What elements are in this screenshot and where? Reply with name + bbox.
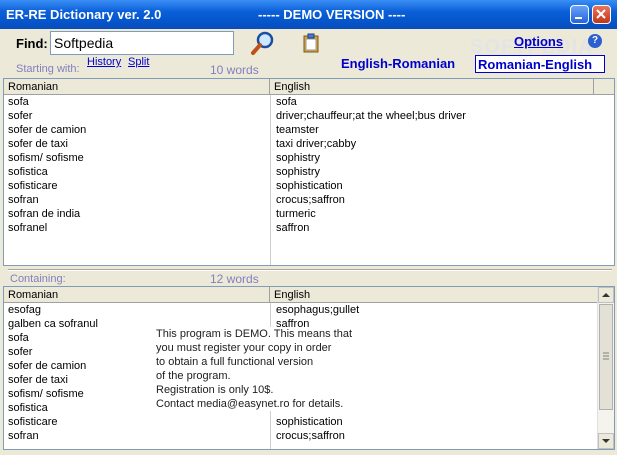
cell-english: turmeric [276, 208, 316, 220]
table-row[interactable]: sofer de taxi taxi driver;cabby [4, 138, 594, 152]
table-row[interactable]: sofisticare sophistication [4, 180, 594, 194]
demo-notice-line: Contact media@easynet.ro for details. [156, 398, 344, 410]
help-button[interactable]: ? [588, 34, 602, 48]
scroll-up-button[interactable] [598, 287, 614, 303]
table-row[interactable]: sofranel saffron [4, 222, 594, 236]
cell-romanian: sofran de india [8, 208, 81, 220]
table-row[interactable]: sofer de camion teamster [4, 124, 594, 138]
cell-romanian: esofag [8, 304, 42, 316]
minimize-button[interactable] [570, 5, 589, 24]
demo-notice-line: This program is DEMO. This means that [156, 328, 353, 340]
close-button[interactable] [592, 5, 611, 24]
cell-romanian: sofer de taxi [8, 374, 68, 386]
cell-romanian: sofer de camion [8, 124, 87, 136]
cell-romanian: sofer de camion [8, 360, 87, 372]
cell-romanian: sofer [8, 110, 33, 122]
clipboard-button[interactable] [302, 33, 320, 53]
column-header-english[interactable]: English [270, 79, 594, 95]
clipboard-icon [303, 33, 319, 53]
cell-romanian: sofistica [8, 166, 48, 178]
table-row[interactable]: sofa sofa [4, 96, 594, 110]
table-row[interactable]: sofisticare sophistication [4, 416, 594, 430]
section-divider [8, 269, 612, 271]
demo-notice-line: Registration is only 10$. [156, 384, 274, 396]
window-title: ER-RE Dictionary ver. 2.0 [6, 7, 162, 22]
options-link[interactable]: Options [514, 34, 563, 49]
find-input[interactable] [50, 31, 234, 55]
column-header-blank [594, 79, 614, 95]
table-row[interactable]: sofran crocus;saffron [4, 430, 594, 444]
column-header-romanian[interactable]: Romanian [4, 79, 270, 95]
cell-english: sophistry [276, 166, 321, 178]
cell-english: teamster [276, 124, 319, 136]
cell-romanian: sofism/ sofisme [8, 152, 84, 164]
starting-with-label: Starting with: [16, 63, 80, 75]
cell-romanian: sofer [8, 346, 33, 358]
app-window: ER-RE Dictionary ver. 2.0 ----- DEMO VER… [0, 0, 617, 455]
containing-table[interactable]: Romanian English esofag esophagus;gullet g… [3, 286, 615, 450]
cell-romanian: sofisticare [8, 416, 58, 428]
title-bar[interactable]: ER-RE Dictionary ver. 2.0 ----- DEMO VER… [0, 0, 617, 29]
find-label: Find: [16, 36, 48, 51]
bottom-word-count: 12 words [210, 272, 259, 286]
cell-romanian: sofistica [8, 402, 48, 414]
table-row[interactable]: sofistica sophistry [4, 166, 594, 180]
starting-with-table[interactable]: Romanian English sofa sofa sofer driver;cha… [3, 78, 615, 266]
history-link[interactable]: History [87, 56, 121, 68]
cell-romanian: sofa [8, 96, 29, 108]
arrow-up-icon [602, 293, 610, 297]
cell-english: saffron [276, 222, 310, 234]
demo-notice-line: of the program. [156, 370, 231, 382]
cell-english: esophagus;gullet [276, 304, 360, 316]
cell-romanian: sofa [8, 332, 29, 344]
cell-romanian: sofranel [8, 222, 48, 234]
column-header-english[interactable]: English [270, 287, 598, 303]
top-word-count: 10 words [210, 63, 259, 77]
vertical-scrollbar[interactable] [597, 287, 614, 449]
demo-version-title: ----- DEMO VERSION ---- [258, 7, 406, 22]
cell-romanian: sofisticare [8, 180, 58, 192]
table-row[interactable]: esofag esophagus;gullet [4, 304, 594, 318]
minimize-icon [575, 17, 582, 19]
english-romanian-toggle[interactable]: English-Romanian [341, 56, 455, 71]
cell-english: sofa [276, 96, 297, 108]
scroll-down-button[interactable] [598, 433, 614, 449]
cell-english: crocus;saffron [276, 430, 345, 442]
cell-english: sophistry [276, 152, 321, 164]
table-row[interactable]: sofran de india turmeric [4, 208, 594, 222]
cell-romanian: galben ca sofranul [8, 318, 98, 330]
cell-english: crocus;saffron [276, 194, 345, 206]
grip-icon [603, 352, 609, 360]
romanian-english-toggle[interactable]: Romanian-English [475, 55, 605, 73]
demo-notice-line: to obtain a full functional version [156, 356, 314, 368]
column-header-romanian[interactable]: Romanian [4, 287, 270, 303]
cell-english: driver;chauffeur;at the wheel;bus driver [276, 110, 466, 122]
cell-romanian: sofran [8, 194, 39, 206]
cell-romanian: sofism/ sofisme [8, 388, 84, 400]
search-button[interactable] [250, 30, 276, 56]
cell-english: sophistication [276, 180, 343, 192]
table-row[interactable]: sofer driver;chauffeur;at the wheel;bus d… [4, 110, 594, 124]
demo-notice-line: you must register your copy in order [156, 342, 332, 354]
split-link[interactable]: Split [128, 56, 149, 68]
close-icon [596, 9, 606, 19]
arrow-down-icon [602, 439, 610, 443]
table-row[interactable]: sofran crocus;saffron [4, 194, 594, 208]
cell-english: sophistication [276, 416, 343, 428]
table-row[interactable]: sofism/ sofisme sophistry [4, 152, 594, 166]
cell-romanian: sofran [8, 430, 39, 442]
cell-romanian: sofer de taxi [8, 138, 68, 150]
cell-english: taxi driver;cabby [276, 138, 357, 150]
scroll-thumb[interactable] [599, 304, 613, 410]
demo-notice: This program is DEMO. This means that yo… [156, 327, 376, 411]
containing-label: Containing: [10, 273, 66, 285]
magnifier-icon [251, 31, 274, 55]
